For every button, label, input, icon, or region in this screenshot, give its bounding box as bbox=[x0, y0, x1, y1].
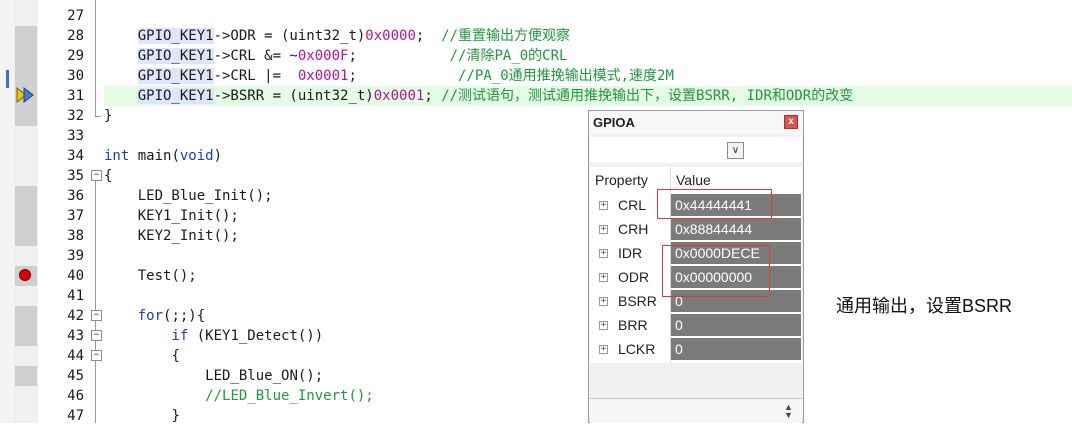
chevron-down-icon[interactable]: ∨ bbox=[727, 142, 744, 159]
code-line: GPIO_KEY1->CRL &= ~0x000F; //清除PA_0的CRL bbox=[137, 48, 568, 64]
code-line: { bbox=[104, 168, 113, 184]
breakpoint-gutter[interactable] bbox=[14, 0, 38, 423]
fold-end bbox=[95, 116, 101, 117]
register-select[interactable]: ∨ bbox=[590, 137, 802, 163]
code-line: LED_Blue_ON(); bbox=[205, 368, 324, 384]
highlight-box-crl bbox=[657, 189, 772, 219]
expand-icon[interactable]: + bbox=[599, 273, 608, 282]
highlight-box-idr-odr bbox=[662, 245, 770, 297]
code-line: } bbox=[171, 408, 180, 424]
coverage-block bbox=[15, 186, 37, 246]
fold-guide bbox=[95, 181, 96, 314]
spin-arrows-icon[interactable]: ▲ ▼ bbox=[784, 403, 793, 420]
register-name: LCKR bbox=[618, 341, 656, 357]
fold-guide bbox=[95, 0, 96, 116]
left-margin-strip bbox=[0, 0, 14, 423]
line-number: 38 bbox=[67, 228, 84, 244]
fold-guide bbox=[95, 361, 96, 423]
code-line: for(;;){ bbox=[137, 308, 206, 324]
close-icon[interactable]: x bbox=[784, 115, 798, 129]
line-number: 45 bbox=[67, 368, 84, 384]
code-line: if (KEY1_Detect()) bbox=[171, 328, 324, 344]
fold-toggle-icon[interactable]: − bbox=[91, 170, 102, 181]
register-row-lckr[interactable]: + LCKR 0 bbox=[590, 337, 802, 361]
register-row-brr[interactable]: + BRR 0 bbox=[590, 313, 802, 337]
code-line: //LED_Blue_Invert(); bbox=[205, 388, 374, 404]
register-name: BSRR bbox=[618, 293, 657, 309]
column-header-property[interactable]: Property bbox=[595, 169, 648, 191]
panel-status-bar: ▲ ▼ bbox=[590, 398, 802, 423]
code-line: Test(); bbox=[137, 268, 197, 284]
expand-icon[interactable]: + bbox=[599, 225, 608, 234]
line-number: 27 bbox=[67, 8, 84, 24]
code-line: GPIO_KEY1->CRL |= 0x0001; //PA_0通用推挽输出模式… bbox=[137, 68, 674, 84]
line-number: 30 bbox=[67, 68, 84, 84]
code-line: { bbox=[171, 348, 180, 364]
annotation-note: 通用输出，设置BSRR bbox=[836, 296, 1013, 316]
register-value[interactable]: 0 bbox=[671, 314, 801, 336]
code-line: } bbox=[104, 108, 113, 124]
code-line: KEY1_Init(); bbox=[137, 208, 239, 224]
register-row-crh[interactable]: + CRH 0x88844444 bbox=[590, 217, 802, 241]
line-number: 35 bbox=[67, 168, 84, 184]
fold-margin: − − − − bbox=[88, 0, 104, 423]
line-number: 47 bbox=[67, 408, 84, 424]
register-name: IDR bbox=[618, 245, 643, 261]
register-name: BRR bbox=[618, 317, 648, 333]
column-header-value[interactable]: Value bbox=[676, 169, 711, 191]
cursor-marker bbox=[6, 70, 9, 88]
fold-toggle-icon[interactable]: − bbox=[91, 330, 102, 341]
expand-icon[interactable]: + bbox=[599, 249, 608, 258]
register-grid: Property Value + CRL 0x44444441 + CRH 0x… bbox=[590, 167, 802, 363]
line-number: 36 bbox=[67, 188, 84, 204]
expand-icon[interactable]: + bbox=[599, 297, 608, 306]
expand-icon[interactable]: + bbox=[599, 345, 608, 354]
line-number: 32 bbox=[67, 108, 84, 124]
line-number: 43 bbox=[67, 328, 84, 344]
current-code-line: GPIO_KEY1->BSRR = (uint32_t)0x0001; //测试… bbox=[104, 86, 1072, 106]
line-number: 42 bbox=[67, 308, 84, 324]
line-number: 34 bbox=[67, 148, 84, 164]
register-value[interactable]: 0 bbox=[671, 338, 801, 360]
code-line: int main(void) bbox=[104, 148, 223, 164]
code-line: GPIO_KEY1->ODR = (uint32_t)0x0000; //重置输… bbox=[137, 28, 571, 44]
line-number: 29 bbox=[67, 48, 84, 64]
breakpoint-icon[interactable] bbox=[19, 269, 31, 281]
line-numbers: 27 28 29 30 31 32 33 34 35 36 37 38 39 4… bbox=[38, 0, 88, 424]
coverage-block bbox=[15, 26, 37, 126]
code-line: KEY2_Init(); bbox=[137, 228, 239, 244]
current-line-arrow-icon bbox=[16, 87, 34, 103]
coverage-block bbox=[15, 306, 37, 346]
fold-toggle-icon[interactable]: − bbox=[91, 310, 102, 321]
line-number: 39 bbox=[67, 248, 84, 264]
line-number: 46 bbox=[67, 388, 84, 404]
gpio-window-title: GPIOA bbox=[593, 115, 635, 130]
line-number: 33 bbox=[67, 128, 84, 144]
register-name: CRH bbox=[618, 221, 649, 237]
line-number: 41 bbox=[67, 288, 84, 304]
register-value[interactable]: 0x88844444 bbox=[671, 218, 801, 240]
code-line: LED_Blue_Init(); bbox=[137, 188, 273, 204]
fold-toggle-icon[interactable]: − bbox=[91, 350, 102, 361]
coverage-block bbox=[15, 366, 37, 386]
gpio-title-bar[interactable]: GPIOA x bbox=[589, 111, 803, 135]
line-number: 44 bbox=[67, 348, 84, 364]
register-name: ODR bbox=[618, 269, 650, 285]
line-number: 37 bbox=[67, 208, 84, 224]
line-number: 31 bbox=[67, 88, 84, 104]
expand-icon[interactable]: + bbox=[599, 321, 608, 330]
line-number: 40 bbox=[67, 268, 84, 284]
line-number: 28 bbox=[67, 28, 84, 44]
gpio-register-window: GPIOA x ∨ Property Value + CRL 0x4444444… bbox=[588, 110, 804, 423]
expand-icon[interactable]: + bbox=[599, 201, 608, 210]
register-name: CRL bbox=[618, 197, 647, 213]
